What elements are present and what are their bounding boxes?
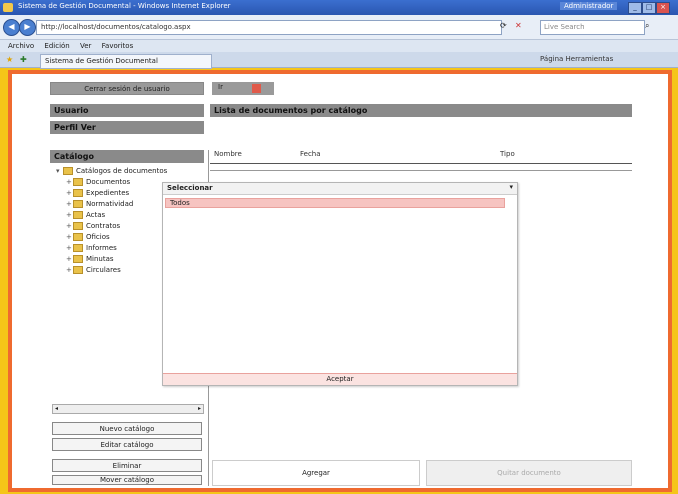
folder-icon xyxy=(73,244,83,252)
back-icon[interactable]: ◀ xyxy=(3,19,20,36)
column-date[interactable]: Fecha xyxy=(300,150,321,158)
folder-icon xyxy=(73,233,83,241)
menu-item-edit[interactable]: Edición xyxy=(44,40,69,52)
tree-item[interactable]: + Actas xyxy=(66,211,105,219)
alert-icon[interactable] xyxy=(252,84,261,93)
favorites-star-icon[interactable]: ★ xyxy=(6,55,13,64)
tree-root[interactable]: ▾ Catálogos de documentos xyxy=(56,167,167,175)
menu-item-view[interactable]: Ver xyxy=(80,40,91,52)
expand-icon[interactable]: + xyxy=(66,255,72,263)
document-list-header: Lista de documentos por catálogo xyxy=(210,104,632,117)
expand-icon[interactable]: + xyxy=(66,189,72,197)
collapse-icon[interactable]: ▾ xyxy=(56,167,61,175)
tree-item[interactable]: + Expedientes xyxy=(66,189,129,197)
folder-icon xyxy=(73,255,83,263)
new-catalog-button[interactable]: Nuevo catálogo xyxy=(52,422,202,435)
tree-item[interactable]: + Normatividad xyxy=(66,200,133,208)
catalog-header: Catálogo xyxy=(50,150,204,163)
tree-item[interactable]: + Minutas xyxy=(66,255,114,263)
popup-dropdown-icon[interactable]: ▾ xyxy=(509,183,513,191)
search-input[interactable]: Live Search xyxy=(540,20,645,35)
folder-icon xyxy=(63,167,73,175)
tree-horizontal-scrollbar[interactable]: ◂ ▸ xyxy=(52,404,204,414)
address-bar: ◀ ▶ http://localhost/documentos/catalogo… xyxy=(0,15,678,40)
expand-icon[interactable]: + xyxy=(66,233,72,241)
stop-icon[interactable]: ✕ xyxy=(515,21,522,30)
folder-icon xyxy=(73,222,83,230)
logout-button[interactable]: Cerrar sesión de usuario xyxy=(50,82,204,95)
folder-icon xyxy=(73,266,83,274)
forward-icon[interactable]: ▶ xyxy=(19,19,36,36)
scroll-right-icon[interactable]: ▸ xyxy=(198,405,201,412)
expand-icon[interactable]: + xyxy=(66,211,72,219)
tree-item[interactable]: + Contratos xyxy=(66,222,120,230)
select-popup: Seleccionar ▾ Todos Aceptar xyxy=(162,182,518,386)
menu-item-file[interactable]: Archivo xyxy=(8,40,34,52)
go-button[interactable]: Ir xyxy=(218,83,223,91)
menu-item-favorites[interactable]: Favoritos xyxy=(102,40,134,52)
menu-bar: Archivo Edición Ver Favoritos xyxy=(0,40,678,52)
document-table-header: Nombre Fecha Tipo xyxy=(210,150,632,164)
expand-icon[interactable]: + xyxy=(66,200,72,208)
window-title: Sistema de Gestión Documental - Windows … xyxy=(18,2,231,10)
expand-icon[interactable]: + xyxy=(66,244,72,252)
tree-item[interactable]: + Documentos xyxy=(66,178,130,186)
folder-icon xyxy=(73,211,83,219)
user-badge[interactable]: Administrador xyxy=(560,2,618,10)
folder-icon xyxy=(73,200,83,208)
column-type[interactable]: Tipo xyxy=(500,150,515,158)
tree-item[interactable]: + Oficios xyxy=(66,233,110,241)
refresh-icon[interactable]: ⟳ xyxy=(500,21,507,30)
page-frame: Cerrar sesión de usuario Ir Usuario Perf… xyxy=(8,70,672,492)
remove-document-button[interactable]: Quitar documento xyxy=(426,460,632,486)
tree-item[interactable]: + Circulares xyxy=(66,266,121,274)
tab-bar: ★ ✚ Sistema de Gestión Documental Página… xyxy=(0,52,678,69)
popup-titlebar: Seleccionar ▾ xyxy=(163,183,517,195)
popup-option-selected[interactable]: Todos xyxy=(165,198,505,208)
window-titlebar: Sistema de Gestión Documental - Windows … xyxy=(0,0,678,15)
popup-ok-button[interactable]: Aceptar xyxy=(163,373,517,385)
add-favorite-icon[interactable]: ✚ xyxy=(20,55,27,64)
tab-active[interactable]: Sistema de Gestión Documental xyxy=(40,54,212,69)
delete-button[interactable]: Eliminar xyxy=(52,459,202,472)
table-subheader xyxy=(210,165,632,171)
expand-icon[interactable]: + xyxy=(66,222,72,230)
close-icon[interactable]: × xyxy=(656,2,670,14)
folder-icon xyxy=(73,189,83,197)
url-input[interactable]: http://localhost/documentos/catalogo.asp… xyxy=(36,20,502,35)
ie-icon xyxy=(3,3,13,12)
scroll-left-icon[interactable]: ◂ xyxy=(55,405,58,412)
move-catalog-button[interactable]: Mover catálogo xyxy=(52,475,202,485)
user-header: Usuario xyxy=(50,104,204,117)
search-icon[interactable]: ⌕ xyxy=(645,21,649,31)
maximize-icon[interactable]: □ xyxy=(642,2,656,14)
command-bar[interactable]: Página Herramientas xyxy=(540,55,613,63)
minimize-icon[interactable]: _ xyxy=(628,2,642,14)
popup-title: Seleccionar xyxy=(167,184,213,192)
expand-icon[interactable]: + xyxy=(66,178,72,186)
expand-icon[interactable]: + xyxy=(66,266,72,274)
column-name[interactable]: Nombre xyxy=(214,150,242,158)
role-header: Perfil Ver xyxy=(50,121,204,134)
tree-item[interactable]: + Informes xyxy=(66,244,117,252)
folder-icon xyxy=(73,178,83,186)
edit-catalog-button[interactable]: Editar catálogo xyxy=(52,438,202,451)
add-button[interactable]: Agregar xyxy=(212,460,420,486)
top-toolbar: Ir xyxy=(212,82,274,95)
